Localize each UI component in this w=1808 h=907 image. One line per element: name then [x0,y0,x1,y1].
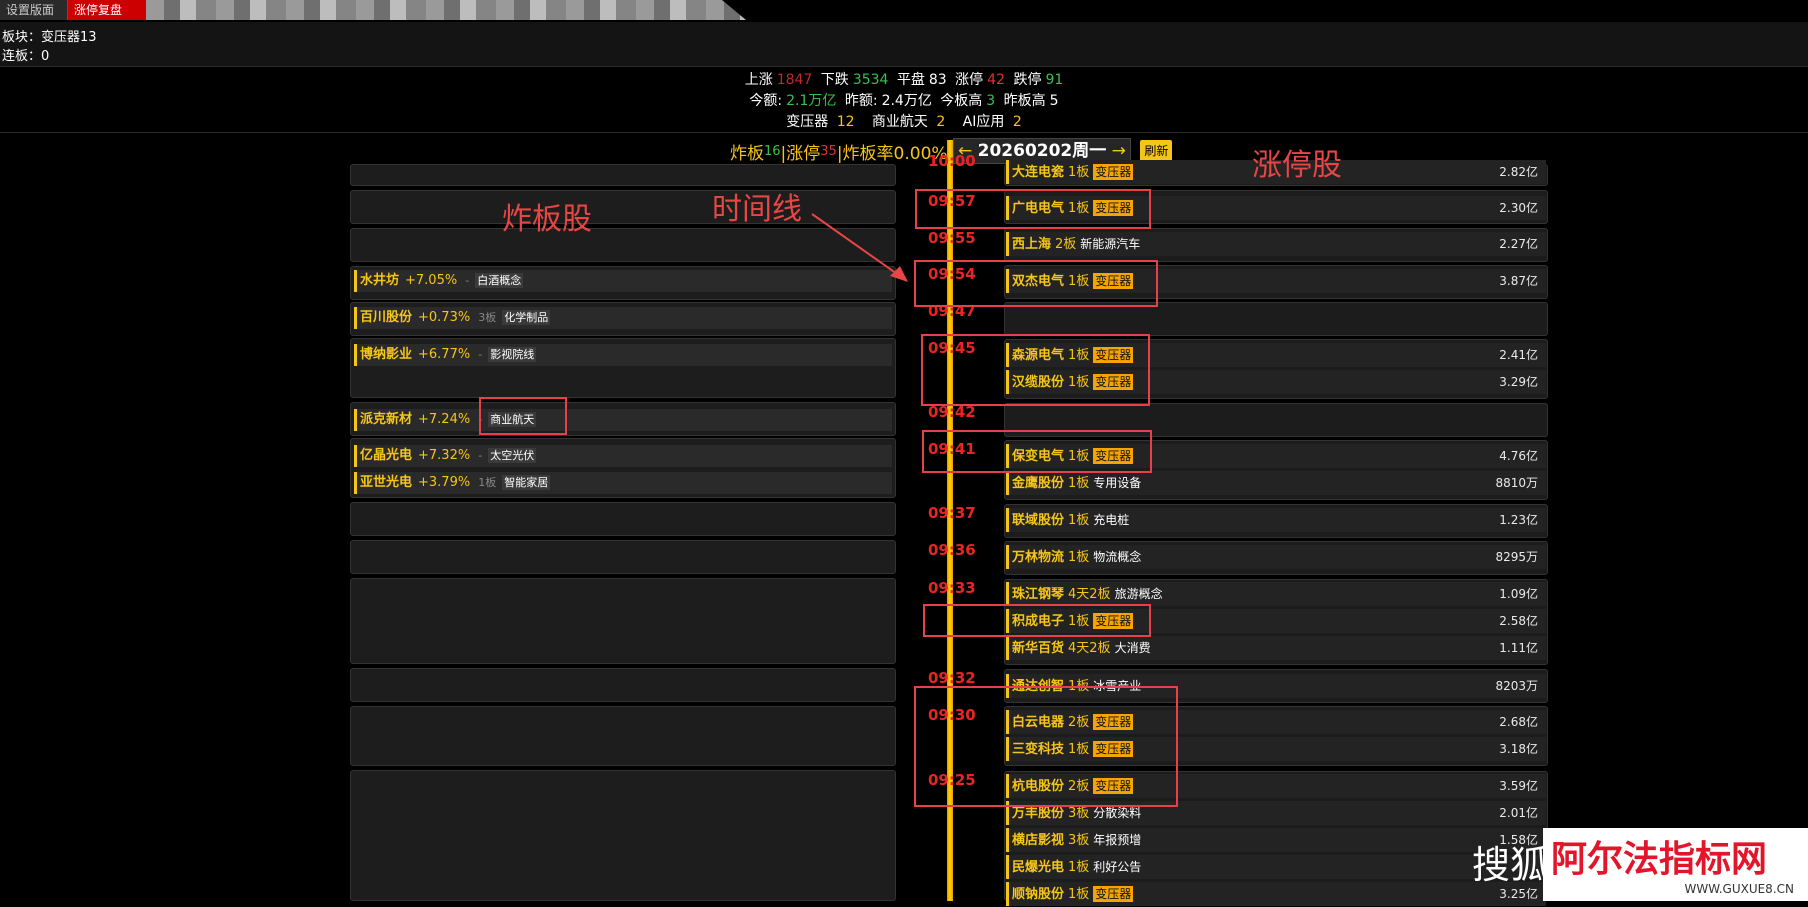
watermark-logo: 阿尔法指标网 WWW.GUXUE8.CN [1543,828,1808,901]
left-row [350,164,896,186]
market-stats-line2: 今额: 2.1万亿 昨额: 2.4万亿 今板高 3 昨板高 5 [749,93,1059,109]
limitup-stock-item[interactable]: 横店影视 3板 年报预增 1.58亿 [1006,828,1546,852]
limitup-stock-item[interactable]: 联域股份 1板 充电桩 1.23亿 [1006,508,1546,532]
left-row [350,540,896,574]
current-date: 20260202周一 [977,141,1107,161]
limitup-count: 42 [987,72,1005,88]
highlight-box [923,604,1151,637]
limitup-stock-item[interactable]: 万林物流 1板 物流概念 8295万 [1006,545,1546,569]
time-label: 09:55 [928,229,976,247]
left-row [350,668,896,702]
left-row [350,578,896,664]
watermark-sohu: 搜狐 [1472,843,1549,887]
today-turnover: 2.1万亿 [786,93,837,109]
fall-count: 3534 [852,72,889,88]
time-label: 09:36 [928,541,976,559]
yest-turnover: 2.4万亿 [881,93,932,109]
limitup-stock-item[interactable]: 民爆光电 1板 利好公告 [1006,855,1546,879]
annotation-broken-stocks: 炸板股 [502,202,592,237]
left-row [350,502,896,536]
tab-settings-layout[interactable]: 设置版面 [0,0,68,20]
annotation-limitup-stocks: 涨停股 [1252,148,1342,183]
refresh-button[interactable]: 刷新 [1140,140,1173,162]
highlight-box [914,260,1158,307]
limitup-stock-item[interactable]: 顺钠股份 1板 变压器 3.25亿 [1006,882,1546,906]
yest-high: 5 [1049,93,1059,109]
blurred-tabs [146,0,746,20]
broken-stock-item[interactable]: 派克新材 +7.24% - 商业航天 [354,409,892,431]
broken-stock-item[interactable]: 亿晶光电 +7.32% - 太空光伏 [354,445,892,467]
left-row [350,706,896,766]
annotation-arrow-icon [811,213,908,282]
right-row [1004,302,1548,336]
time-label: 09:37 [928,504,976,522]
highlight-box [915,189,1151,229]
divider [0,132,1808,133]
limitdown-count: 91 [1045,72,1064,88]
today-high: 3 [986,93,996,109]
sector-info: 板块：变压器13 [2,30,97,45]
sector-stats: 变压器 12 商业航天 2 AI应用 2 [786,114,1022,130]
flat-count: 83 [928,72,947,88]
limitup-stock-item[interactable]: 西上海 2板 新能源汽车 2.27亿 [1006,232,1546,256]
broken-stock-item[interactable]: 博纳影业 +6.77% - 影视院线 [354,344,892,366]
highlight-box [922,430,1152,473]
rise-count: 1847 [776,72,813,88]
market-stats-line1: 上涨 1847 下跌 3534 平盘 83 涨停 42 跌停 91 [744,72,1064,88]
limitup-stock-item[interactable]: 珠江钢琴 4天2板 旅游概念 1.09亿 [1006,582,1546,606]
broken-stock-item[interactable]: 百川股份 +0.73% 3板 化学制品 [354,307,892,329]
limitup-stock-item[interactable]: 金鹰股份 1板 专用设备 8810万 [1006,471,1546,495]
left-row [350,770,896,901]
broken-stock-item[interactable]: 亚世光电 +3.79% 1板 智能家居 [354,472,892,494]
highlight-box [914,686,1178,807]
highlight-box [479,397,567,435]
time-label: 09:33 [928,579,976,597]
limitup-stock-item[interactable]: 新华百货 4天2板 大消费 1.11亿 [1006,636,1546,660]
annotation-timeline: 时间线 [712,192,802,227]
streak-info: 连板：0 [2,49,50,64]
tab-limitup-review[interactable]: 涨停复盘 [68,0,146,20]
highlight-box [921,334,1150,406]
info-bar: 板块：变压器13 连板：0 [0,22,1808,67]
time-label: 09:32 [928,669,976,687]
time-label: 10:00 [928,152,976,170]
